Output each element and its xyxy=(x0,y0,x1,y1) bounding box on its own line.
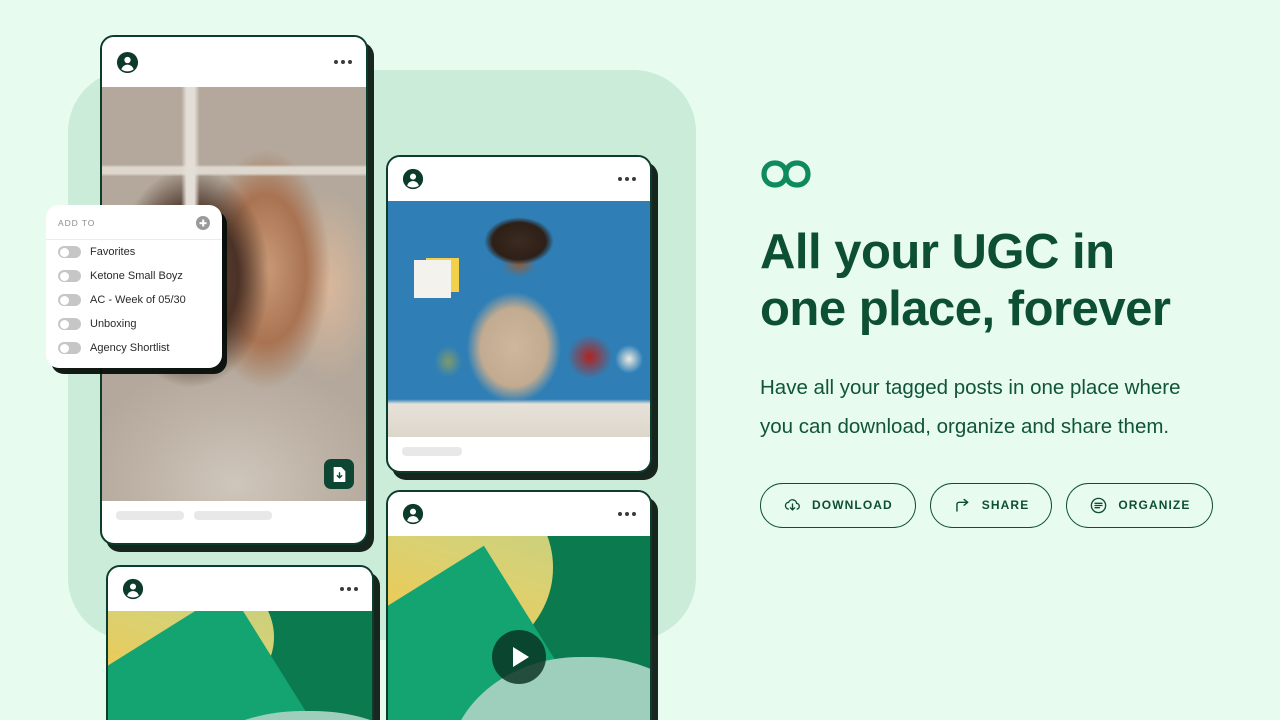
add-to-item-label: Agency Shortlist xyxy=(90,342,170,354)
more-options-icon[interactable] xyxy=(334,60,352,64)
post-photo xyxy=(388,201,650,437)
post-card-video-right[interactable] xyxy=(386,490,652,720)
add-to-item-favorites[interactable]: Favorites xyxy=(46,240,222,264)
download-button[interactable]: DOWNLOAD xyxy=(760,482,916,528)
organize-button-label: ORGANIZE xyxy=(1118,498,1191,513)
play-icon[interactable] xyxy=(492,630,546,684)
post-video-thumbnail xyxy=(388,536,650,720)
download-media-button[interactable] xyxy=(324,459,354,489)
add-to-item-label: Unboxing xyxy=(90,318,137,330)
user-avatar-icon xyxy=(402,503,424,525)
infinity-logo-icon xyxy=(761,160,811,188)
organize-button[interactable]: ORGANIZE xyxy=(1066,482,1214,528)
post-card-desk-photo[interactable] xyxy=(386,155,652,473)
cloud-download-icon xyxy=(784,498,800,511)
more-options-icon[interactable] xyxy=(618,177,636,181)
share-arrow-icon xyxy=(956,498,969,512)
hero-subcopy: Have all your tagged posts in one place … xyxy=(760,375,1181,438)
more-options-icon[interactable] xyxy=(618,512,636,516)
more-options-icon[interactable] xyxy=(340,587,358,591)
card-footer xyxy=(388,437,650,468)
post-card-video-left[interactable] xyxy=(106,565,374,720)
card-footer xyxy=(102,501,366,532)
user-avatar-icon xyxy=(122,578,144,600)
add-to-item-label: Ketone Small Boyz xyxy=(90,270,183,282)
add-to-item-unboxing[interactable]: Unboxing xyxy=(46,312,222,336)
post-video-thumbnail xyxy=(108,611,372,720)
card-media[interactable] xyxy=(388,201,650,437)
user-avatar-icon xyxy=(402,168,424,190)
toggle-switch[interactable] xyxy=(58,270,81,282)
share-button[interactable]: SHARE xyxy=(929,482,1053,528)
add-to-item-agency-shortlist[interactable]: Agency Shortlist xyxy=(46,336,222,360)
toggle-switch[interactable] xyxy=(58,342,81,354)
card-header xyxy=(108,567,372,611)
page-title: All your UGC in one place, forever xyxy=(760,224,1230,339)
headline-line-1: All your UGC in xyxy=(760,225,1115,279)
add-to-title: ADD TO xyxy=(58,218,96,228)
toggle-switch[interactable] xyxy=(58,294,81,306)
add-to-item-ketone-small-boyz[interactable]: Ketone Small Boyz xyxy=(46,264,222,288)
add-to-popover[interactable]: ADD TO Favorites Ketone Small Boyz AC - … xyxy=(46,205,222,368)
user-avatar-icon xyxy=(116,51,139,73)
toggle-switch[interactable] xyxy=(58,318,81,330)
add-to-item-label: AC - Week of 05/30 xyxy=(90,294,186,306)
add-to-item-label: Favorites xyxy=(90,246,136,258)
card-media[interactable] xyxy=(388,536,650,720)
card-header xyxy=(102,37,366,87)
card-media[interactable] xyxy=(108,611,372,720)
mockup-stage: ADD TO Favorites Ketone Small Boyz AC - … xyxy=(0,0,720,720)
organize-list-icon xyxy=(1091,497,1107,513)
headline-line-2: one place, forever xyxy=(760,282,1171,337)
caption-placeholder-bar xyxy=(194,511,272,520)
share-button-label: SHARE xyxy=(981,498,1030,513)
action-button-group: DOWNLOAD SHARE ORGANIZE xyxy=(760,482,1230,528)
add-to-item-ac-week[interactable]: AC - Week of 05/30 xyxy=(46,288,222,312)
caption-placeholder-bar xyxy=(402,447,462,456)
add-to-header: ADD TO xyxy=(46,205,222,240)
card-header xyxy=(388,157,650,201)
card-header xyxy=(388,492,650,536)
download-button-label: DOWNLOAD xyxy=(812,498,893,513)
caption-placeholder-bar xyxy=(116,511,184,520)
hero-content: All your UGC in one place, forever Have … xyxy=(760,160,1230,528)
file-download-icon xyxy=(333,466,345,482)
plus-circle-icon[interactable] xyxy=(196,216,210,230)
toggle-switch[interactable] xyxy=(58,246,81,258)
